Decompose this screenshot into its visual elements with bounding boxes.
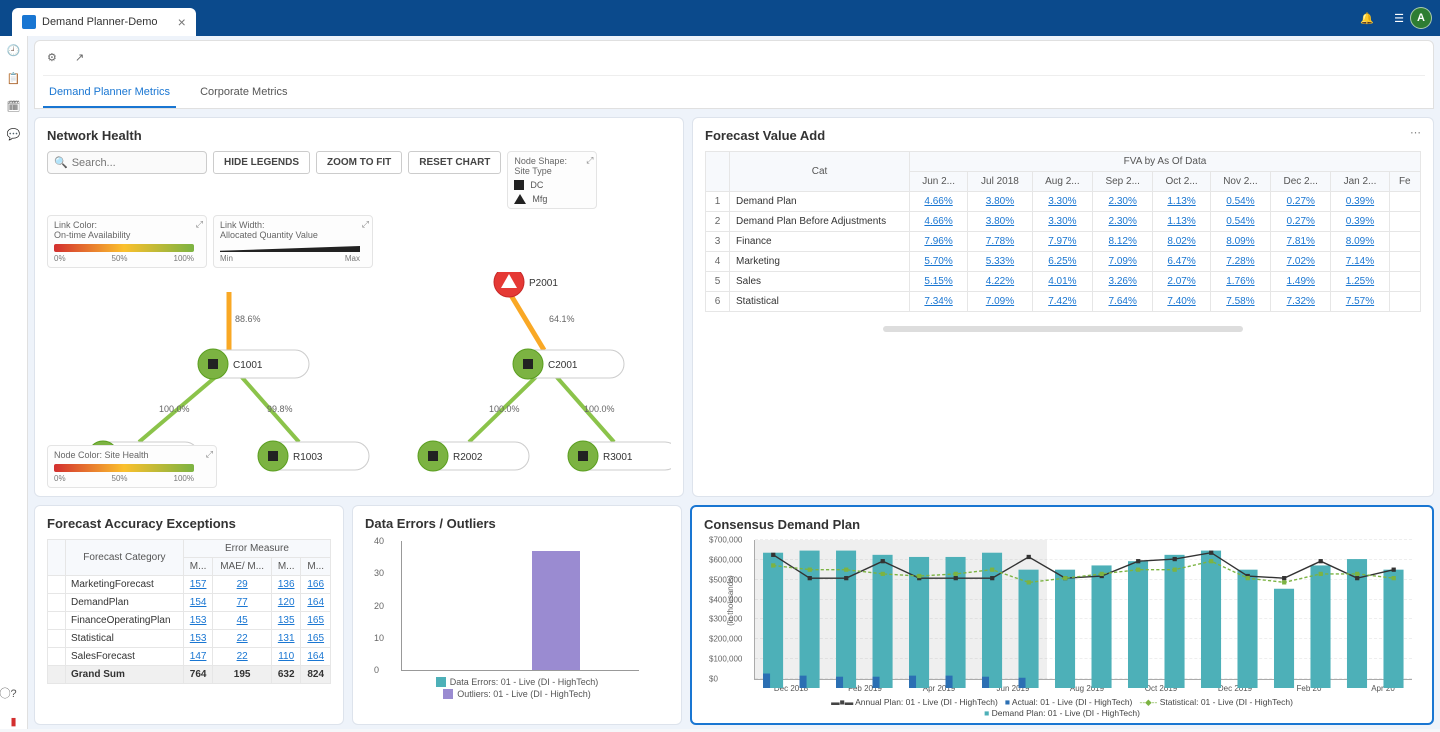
table-row[interactable]: FinanceOperatingPlan15345135165 (48, 612, 331, 630)
tab-title: Demand Planner-Demo (42, 16, 158, 28)
help-icon[interactable]: ⃝? (6, 685, 22, 701)
app-header: Demand Planner-Demo × 🔔 ☰ A (0, 0, 1440, 36)
link-width-legend: ⤢ Link Width: Allocated Quantity Value M… (213, 215, 373, 268)
node-r2002[interactable]: R2002 (418, 441, 529, 471)
zoom-to-fit-button[interactable]: ZOOM TO FIT (316, 151, 402, 174)
col-header[interactable]: Oct 2... (1153, 172, 1210, 192)
bell-icon[interactable]: 🔔 (1356, 7, 1378, 29)
svg-text:R2002: R2002 (453, 452, 483, 463)
network-health-panel: Network Health 🔍 HIDE LEGENDS ZOOM TO FI… (34, 117, 684, 497)
svg-text:99.8%: 99.8% (267, 404, 293, 414)
link-color-legend: ⤢ Link Color: On-time Availability 0%50%… (47, 215, 207, 268)
tab-corporate-metrics[interactable]: Corporate Metrics (194, 78, 293, 108)
panel-title: Forecast Value Add (705, 128, 1421, 143)
svg-text:R3001: R3001 (603, 452, 633, 463)
table-row-total: Grand Sum764195632824 (48, 666, 331, 684)
svg-text:100.0%: 100.0% (584, 404, 615, 414)
col-header[interactable]: Sep 2... (1093, 172, 1153, 192)
col-header[interactable]: Jul 2018 (968, 172, 1033, 192)
search-icon: 🔍 (54, 156, 68, 169)
panel-title: Consensus Demand Plan (704, 517, 1420, 532)
legend-swatch (443, 689, 453, 699)
reset-chart-button[interactable]: RESET CHART (408, 151, 501, 174)
svg-text:64.1%: 64.1% (549, 314, 575, 324)
col-header[interactable]: Aug 2... (1032, 172, 1092, 192)
col-header[interactable]: Jun 2... (910, 172, 968, 192)
cdp-panel: Consensus Demand Plan (in thousands) $0$… (690, 505, 1434, 725)
more-icon[interactable]: ⋯ (1410, 126, 1423, 139)
svg-text:P2001: P2001 (529, 278, 558, 289)
expand-icon[interactable]: ⤢ (206, 449, 213, 460)
triangle-shape-icon (514, 194, 526, 204)
svg-text:100.0%: 100.0% (489, 404, 520, 414)
filter-icon[interactable]: ⚙ (47, 51, 65, 69)
tab-icon (22, 15, 36, 29)
fva-table[interactable]: Cat FVA by As Of Data Jun 2...Jul 2018Au… (705, 151, 1421, 312)
table-row[interactable]: MarketingForecast15729136166 (48, 576, 331, 594)
page-toolbar: ⚙ ↗ Demand Planner Metrics Corporate Met… (34, 40, 1434, 109)
expand-icon[interactable]: ⤢ (362, 219, 369, 230)
node-r1003[interactable]: R1003 (258, 441, 369, 471)
cdp-legend: ▬■▬ Annual Plan: 01 - Live (DI - HighTec… (704, 697, 1420, 718)
node-color-legend: ⤢ Node Color: Site Health 0%50%100% (47, 445, 217, 488)
calendar-icon[interactable]: 🗓 (6, 98, 22, 114)
panel-title: Data Errors / Outliers (365, 516, 669, 531)
table-row[interactable]: 1Demand Plan4.66%3.80%3.30%2.30%1.13%0.5… (706, 192, 1421, 212)
svg-text:C2001: C2001 (548, 360, 578, 371)
workspace-tab[interactable]: Demand Planner-Demo × (12, 8, 196, 36)
deo-legend: Data Errors: 01 - Live (DI - HighTech) O… (365, 677, 669, 699)
page-tabs: Demand Planner Metrics Corporate Metrics (43, 78, 1425, 108)
horizontal-scrollbar[interactable] (883, 326, 1243, 332)
chat-icon[interactable]: 💬 (6, 126, 22, 142)
node-p2001[interactable]: P2001 (494, 272, 558, 297)
table-row[interactable]: 6Statistical7.34%7.09%7.42%7.64%7.40%7.5… (706, 292, 1421, 312)
clipboard-icon[interactable]: 📋 (6, 70, 22, 86)
node-c2001[interactable]: C2001 (513, 349, 624, 379)
node-shape-legend: ⤢ Node Shape: Site Type DC Mfg (507, 151, 597, 209)
col-header[interactable]: Nov 2... (1210, 172, 1270, 192)
table-row[interactable]: 2Demand Plan Before Adjustments4.66%3.80… (706, 212, 1421, 232)
deo-chart[interactable]: 010203040 (401, 541, 639, 671)
table-row[interactable]: SalesForecast14722110164 (48, 648, 331, 666)
table-row[interactable]: DemandPlan15477120164 (48, 594, 331, 612)
col-header[interactable]: Dec 2... (1271, 172, 1331, 192)
search-input[interactable] (72, 157, 200, 169)
fva-panel: ⋯ Forecast Value Add Cat FVA by As Of Da… (692, 117, 1434, 497)
node-r3001[interactable]: R3001 (568, 441, 671, 471)
table-row[interactable]: Statistical15322131165 (48, 630, 331, 648)
avatar[interactable]: A (1410, 7, 1432, 29)
search-input-wrap[interactable]: 🔍 (47, 151, 207, 174)
fae-panel: Forecast Accuracy Exceptions Forecast Ca… (34, 505, 344, 725)
svg-text:R1003: R1003 (293, 452, 323, 463)
node-c1001[interactable]: C1001 (198, 349, 309, 379)
col-header[interactable]: Fe (1389, 172, 1420, 192)
square-shape-icon (514, 180, 524, 190)
cdp-chart[interactable]: (in thousands) $0$100,000$200,000$300,00… (754, 540, 1412, 680)
svg-text:100.0%: 100.0% (159, 404, 190, 414)
svg-text:88.6%: 88.6% (235, 314, 261, 324)
tab-demand-planner-metrics[interactable]: Demand Planner Metrics (43, 78, 176, 108)
panel-title: Network Health (47, 128, 671, 143)
table-row[interactable]: 4Marketing5.70%5.33%6.25%7.09%6.47%7.28%… (706, 252, 1421, 272)
expand-icon[interactable]: ⤢ (196, 219, 203, 230)
fae-table[interactable]: Forecast CategoryError Measure M...MAE/ … (47, 539, 331, 684)
table-row[interactable]: 3Finance7.96%7.78%7.97%8.12%8.02%8.09%7.… (706, 232, 1421, 252)
panel-title: Forecast Accuracy Exceptions (47, 516, 331, 531)
col-cat[interactable]: Cat (730, 152, 910, 192)
left-rail: 🕘 📋 🗓 💬 ⃝? ▮ (0, 36, 28, 729)
workspace-icon[interactable]: ☰ (1388, 7, 1410, 29)
hide-legends-button[interactable]: HIDE LEGENDS (213, 151, 310, 174)
alert-icon[interactable]: ▮ (6, 713, 22, 729)
clock-icon[interactable]: 🕘 (6, 42, 22, 58)
deo-panel: Data Errors / Outliers 010203040 Data Er… (352, 505, 682, 725)
share-icon[interactable]: ↗ (75, 51, 93, 69)
expand-icon[interactable]: ⤢ (586, 155, 593, 166)
close-icon[interactable]: × (178, 14, 186, 30)
table-row[interactable]: 5Sales5.15%4.22%4.01%3.26%2.07%1.76%1.49… (706, 272, 1421, 292)
svg-text:C1001: C1001 (233, 360, 263, 371)
col-header[interactable]: Jan 2... (1331, 172, 1389, 192)
legend-swatch (436, 677, 446, 687)
